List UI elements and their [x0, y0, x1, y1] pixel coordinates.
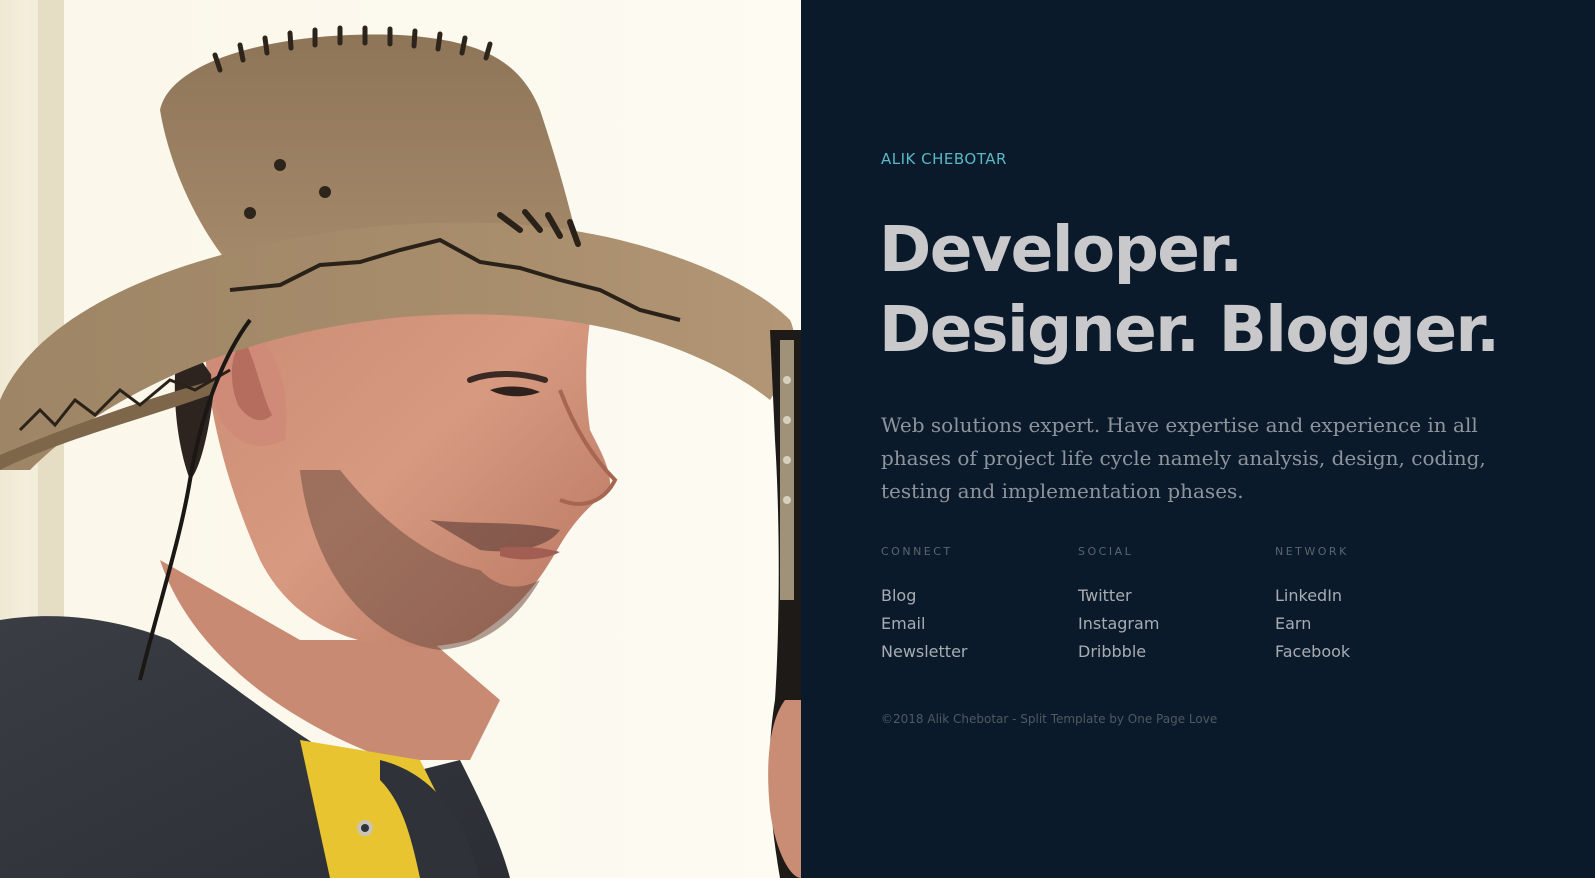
- twitter-link[interactable]: Twitter: [1078, 586, 1132, 605]
- list-item: Dribbble: [1078, 638, 1275, 666]
- connect-title: CONNECT: [881, 545, 953, 558]
- intro-paragraph: Web solutions expert. Have expertise and…: [881, 413, 1486, 503]
- network-title: NETWORK: [1275, 545, 1349, 558]
- instagram-link[interactable]: Instagram: [1078, 614, 1159, 633]
- headline: Developer. Designer. Blogger.: [879, 210, 1500, 370]
- facebook-link[interactable]: Facebook: [1275, 642, 1350, 661]
- list-item: Facebook: [1275, 638, 1472, 666]
- linkedin-link[interactable]: LinkedIn: [1275, 586, 1342, 605]
- earn-link[interactable]: Earn: [1275, 614, 1311, 633]
- social-title: SOCIAL: [1078, 545, 1134, 558]
- portrait-image: [0, 0, 801, 878]
- headline-line-1: Developer.: [879, 213, 1243, 286]
- brand-name[interactable]: ALIK CHEBOTAR: [881, 150, 1007, 168]
- link-columns: CONNECT Blog Email Newsletter SOCIAL Twi…: [881, 545, 1472, 666]
- email-link[interactable]: Email: [881, 614, 925, 633]
- connect-list: Blog Email Newsletter: [881, 582, 1078, 666]
- list-item: Blog: [881, 582, 1078, 610]
- footer-copyright: ©2018 Alik Chebotar - Split Template by …: [881, 712, 1217, 726]
- social-list: Twitter Instagram Dribbble: [1078, 582, 1275, 666]
- newsletter-link[interactable]: Newsletter: [881, 642, 968, 661]
- portrait-photo: [0, 0, 801, 878]
- blog-link[interactable]: Blog: [881, 586, 916, 605]
- connect-column: CONNECT Blog Email Newsletter: [881, 545, 1078, 666]
- headline-line-2: Designer. Blogger.: [879, 293, 1500, 366]
- copyright-text: ©2018 Alik Chebotar - Split Template by: [881, 712, 1128, 726]
- content-panel: ALIK CHEBOTAR Developer. Designer. Blogg…: [801, 0, 1595, 878]
- credit-link[interactable]: One Page Love: [1128, 712, 1217, 726]
- social-column: SOCIAL Twitter Instagram Dribbble: [1078, 545, 1275, 666]
- list-item: Twitter: [1078, 582, 1275, 610]
- list-item: Email: [881, 610, 1078, 638]
- dribbble-link[interactable]: Dribbble: [1078, 642, 1146, 661]
- network-column: NETWORK LinkedIn Earn Facebook: [1275, 545, 1472, 666]
- list-item: Earn: [1275, 610, 1472, 638]
- list-item: LinkedIn: [1275, 582, 1472, 610]
- list-item: Instagram: [1078, 610, 1275, 638]
- list-item: Newsletter: [881, 638, 1078, 666]
- split-page: ALIK CHEBOTAR Developer. Designer. Blogg…: [0, 0, 1595, 878]
- network-list: LinkedIn Earn Facebook: [1275, 582, 1472, 666]
